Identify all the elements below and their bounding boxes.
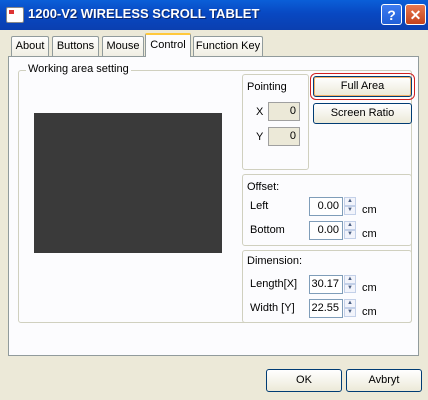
spin-down-icon[interactable]: ▼	[344, 206, 356, 215]
full-area-button[interactable]: Full Area	[310, 73, 415, 100]
pointing-y-field: 0	[268, 127, 300, 146]
cancel-button[interactable]: Avbryt	[346, 369, 422, 392]
offset-bottom-label: Bottom	[250, 224, 285, 236]
tab-control[interactable]: Control	[145, 33, 191, 57]
width-unit: cm	[362, 306, 377, 318]
width-spinner[interactable]: ▲ ▼	[344, 299, 356, 318]
screen-ratio-button[interactable]: Screen Ratio	[313, 103, 412, 124]
spin-down-icon[interactable]: ▼	[344, 230, 356, 239]
width-input[interactable]: 22.55	[309, 299, 343, 318]
dimension-label: Dimension:	[247, 255, 303, 267]
offset-bottom-unit: cm	[362, 228, 377, 240]
close-button[interactable]: ✕	[405, 4, 426, 25]
offset-bottom-spinner[interactable]: ▲ ▼	[344, 221, 356, 240]
length-unit: cm	[362, 282, 377, 294]
offset-left-unit: cm	[362, 204, 377, 216]
window-title: 1200-V2 WIRELESS SCROLL TABLET	[28, 6, 260, 21]
ok-button[interactable]: OK	[266, 369, 342, 392]
app-icon[interactable]	[6, 7, 24, 23]
spin-down-icon[interactable]: ▼	[344, 308, 356, 317]
spin-up-icon[interactable]: ▲	[344, 299, 356, 308]
spin-up-icon[interactable]: ▲	[344, 221, 356, 230]
tab-about[interactable]: About	[11, 36, 49, 56]
spin-up-icon[interactable]: ▲	[344, 197, 356, 206]
pointing-x-label: X	[256, 106, 264, 118]
offset-left-label: Left	[250, 200, 269, 212]
length-label: Length[X]	[250, 278, 298, 290]
spin-up-icon[interactable]: ▲	[344, 275, 356, 284]
offset-left-input[interactable]: 0.00	[309, 197, 343, 216]
length-input[interactable]: 30.17	[309, 275, 343, 294]
offset-bottom-input[interactable]: 0.00	[309, 221, 343, 240]
pointing-y-label: Y	[256, 131, 264, 143]
help-button[interactable]: ?	[381, 4, 402, 25]
pointing-x-field: 0	[268, 102, 300, 121]
tab-mouse[interactable]: Mouse	[102, 36, 144, 56]
working-area-label: Working area setting	[26, 63, 131, 75]
offset-left-spinner[interactable]: ▲ ▼	[344, 197, 356, 216]
pointing-label: Pointing	[247, 81, 287, 93]
tab-buttons[interactable]: Buttons	[52, 36, 99, 56]
tab-function-key[interactable]: Function Key	[193, 36, 263, 56]
working-area-preview[interactable]	[34, 113, 222, 253]
spin-down-icon[interactable]: ▼	[344, 284, 356, 293]
length-spinner[interactable]: ▲ ▼	[344, 275, 356, 294]
offset-label: Offset:	[247, 181, 280, 193]
width-label: Width [Y]	[250, 302, 295, 314]
